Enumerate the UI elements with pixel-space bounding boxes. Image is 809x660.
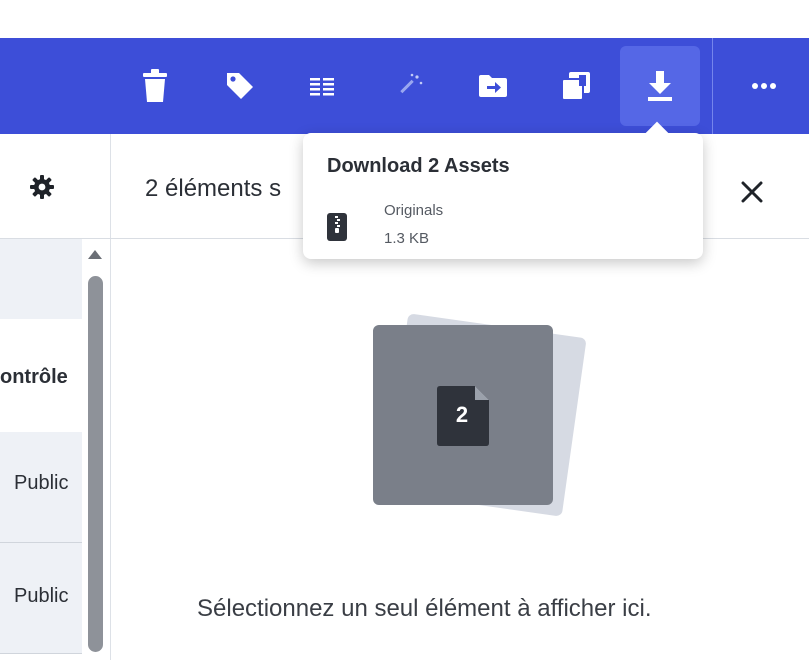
magic-wand-icon (400, 73, 423, 94)
download-icon (648, 71, 672, 101)
download-tooltip: Download 2 Assets Originals 1.3 KB (303, 133, 703, 259)
move-button[interactable] (453, 46, 533, 126)
column-header-access-control[interactable]: ontrôle (0, 366, 68, 389)
close-icon (741, 181, 763, 203)
empty-state-message: Sélectionnez un seul élément à afficher … (197, 595, 652, 622)
download-button[interactable] (620, 46, 700, 126)
access-value: Public (14, 585, 69, 607)
file-count: 2 (455, 402, 469, 427)
tag-button[interactable] (200, 46, 280, 126)
download-tooltip-title: Download 2 Assets (327, 155, 510, 177)
metadata-button[interactable] (282, 46, 362, 126)
scrollbar-thumb[interactable] (88, 276, 103, 652)
metadata-list-icon (310, 78, 334, 96)
more-icon (752, 83, 776, 89)
magic-wand-button[interactable] (370, 46, 450, 126)
row-divider (0, 653, 82, 654)
scroll-up-arrow[interactable] (88, 250, 102, 259)
tag-icon (227, 73, 253, 99)
table-row[interactable]: Public (0, 543, 82, 653)
add-to-collection-icon (561, 72, 590, 101)
add-to-collection-button[interactable] (536, 46, 616, 126)
close-button[interactable] (730, 170, 774, 214)
zip-file-icon[interactable] (327, 213, 347, 241)
selection-count: 2 éléments s (145, 175, 282, 202)
panel-divider (110, 134, 111, 660)
trash-icon (143, 69, 167, 102)
table-row[interactable]: Public (0, 432, 82, 542)
download-option-size: 1.3 KB (384, 230, 430, 247)
download-option-label[interactable]: Originals (384, 202, 443, 219)
filter-row (0, 239, 82, 319)
more-actions-button[interactable] (724, 46, 804, 126)
action-toolbar (0, 38, 809, 134)
settings-button[interactable] (20, 165, 64, 209)
delete-button[interactable] (115, 46, 195, 126)
access-value: Public (14, 472, 69, 494)
gear-icon (30, 175, 54, 199)
toolbar-divider (712, 38, 713, 134)
move-to-folder-icon (479, 75, 507, 97)
